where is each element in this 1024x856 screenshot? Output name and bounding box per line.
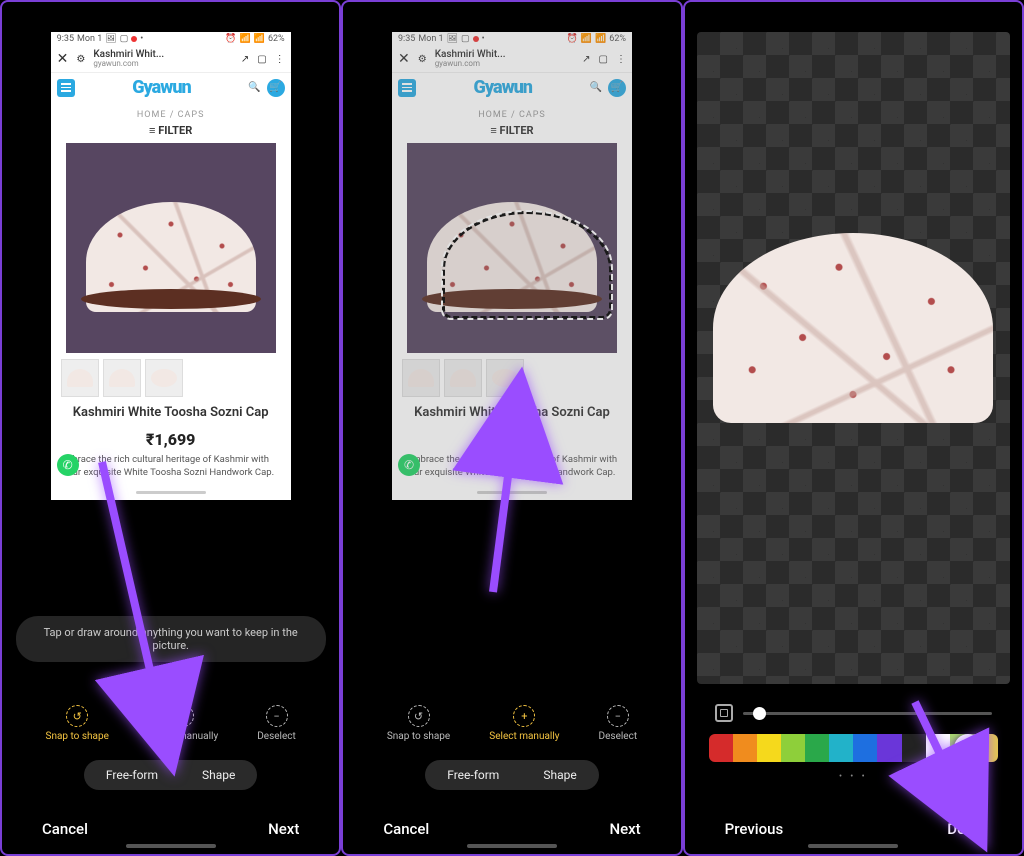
breadcrumb[interactable]: HOME / CAPS [51,110,291,120]
screenshot-content: 9:35 Mon 1 🖼▢• ⏰📶📶 62% ✕ ⚙ Kashmiri Whit… [51,32,291,500]
menu-icon[interactable]: ⋮ [275,54,285,65]
panel-1-select-tool: 9:35 Mon 1 🖼▢• ⏰📶📶 62% ✕ ⚙ Kashmiri Whit… [0,0,341,856]
previous-button[interactable]: Previous [725,820,784,838]
gesture-bar [467,844,557,848]
selection-tools: ↺ Snap to shape + Select manually − Dese… [343,705,680,742]
cart-icon[interactable]: 🛒 [608,79,626,97]
next-button[interactable]: Next [609,820,640,838]
menu-icon[interactable]: ⋮ [616,54,626,65]
status-bar: 9:35 Mon 1 🖼▢• ⏰📶📶 62% [51,32,291,46]
hamburger-icon[interactable] [398,79,416,97]
product-title: Kashmiri White Toosha Sozni Cap [392,403,632,424]
product-description: brace the rich cultural heritage of Kash… [51,453,291,488]
shape-mode[interactable]: Shape [180,760,257,790]
outline-icon[interactable] [715,704,733,722]
bookmark-icon[interactable]: ▢ [599,54,608,65]
product-description: Embrace the rich cultural heritage of Ka… [392,453,632,488]
product-thumbnails [51,353,291,403]
status-time: 9:35 [57,34,74,44]
color-swatch[interactable] [926,734,950,762]
product-price: ₹1,699 [392,430,632,449]
breadcrumb[interactable]: HOME / CAPS [392,110,632,120]
gesture-bar [808,844,898,848]
color-swatch[interactable] [733,734,757,762]
deselect-tool[interactable]: − Deselect [257,705,296,742]
snap-to-shape-tool[interactable]: ↺ Snap to shape [387,705,450,742]
selection-tools: ↺ Snap to shape + Select manually − Dese… [2,705,339,742]
slider-knob[interactable] [753,707,766,720]
select-manually-tool[interactable]: + Select manually [148,705,218,742]
color-swatch[interactable] [902,734,926,762]
thumbnail-2[interactable] [103,359,141,397]
shape-mode-toggle: Free-form Shape [2,760,339,790]
filter-button[interactable]: ≡ FILTER [51,124,291,137]
next-button[interactable]: Next [268,820,299,838]
thumbnail-1[interactable] [61,359,99,397]
color-swatch[interactable] [781,734,805,762]
thumbnail-2[interactable] [444,359,482,397]
size-slider[interactable] [743,712,992,715]
status-day: Mon 1 [77,34,102,44]
product-main-image[interactable] [407,143,617,353]
panel-2-selection-drawn: 9:35 Mon 1 🖼▢• ⏰📶📶 62% ✕ ⚙ Kashmiri Whit… [341,0,682,856]
thumbnail-3[interactable] [486,359,524,397]
site-logo[interactable]: Gyawun [132,77,190,98]
site-info-icon[interactable]: ⚙ [418,54,427,65]
shape-mode[interactable]: Shape [521,760,598,790]
close-icon[interactable]: ✕ [57,51,69,67]
search-icon[interactable]: 🔍 [248,82,260,93]
tool-label: Snap to shape [46,731,109,742]
thumbnail-3[interactable] [145,359,183,397]
record-icon [131,36,137,42]
cancel-button[interactable]: Cancel [383,820,429,838]
tool-label: Select manually [148,731,218,742]
share-icon[interactable]: ↗ [582,54,590,65]
freeform-mode[interactable]: Free-form [425,760,521,790]
page-domain: gyawun.com [93,60,232,68]
outline-size-control [715,704,992,722]
page-indicator: • • • [685,772,1022,782]
color-swatch[interactable] [853,734,877,762]
select-manually-tool[interactable]: + Select manually [489,705,559,742]
deselect-tool[interactable]: − Deselect [599,705,638,742]
eyedropper-icon[interactable]: ✎ [954,734,982,762]
color-swatch[interactable] [877,734,901,762]
site-header: Gyawun 🔍 🛒 [51,73,291,102]
color-swatch[interactable] [757,734,781,762]
search-icon[interactable]: 🔍 [590,82,602,93]
browser-toolbar: ✕ ⚙ Kashmiri Whit... gyawun.com ↗ ▢ ⋮ [51,46,291,73]
cart-icon[interactable]: 🛒 [267,79,285,97]
site-info-icon[interactable]: ⚙ [76,54,85,65]
color-swatch[interactable] [829,734,853,762]
done-button[interactable]: Done [947,820,982,838]
product-price: ₹1,699 [51,430,291,449]
close-icon[interactable]: ✕ [398,51,410,67]
site-logo[interactable]: Gyawun [474,77,532,98]
screenshot-content-dimmed: 9:35 Mon 1 🖼▢• ⏰📶📶 62% ✕ ⚙ Kashmiri Whit… [392,32,632,500]
gesture-bar [126,844,216,848]
bookmark-icon[interactable]: ▢ [257,54,266,65]
instruction-tooltip: Tap or draw around anything you want to … [16,616,326,662]
product-main-image[interactable] [66,143,276,353]
snap-to-shape-tool[interactable]: ↺ Snap to shape [46,705,109,742]
thumbnail-1[interactable] [402,359,440,397]
color-swatch[interactable] [805,734,829,762]
extracted-sticker[interactable] [713,233,993,423]
selection-marquee [442,211,612,319]
freeform-mode[interactable]: Free-form [84,760,180,790]
panel-3-sticker-result: ✎ • • • Previous Done [683,0,1024,856]
browser-toolbar: ✕ ⚙ Kashmiri Whit... gyawun.com ↗ ▢ ⋮ [392,46,632,73]
hamburger-icon[interactable] [57,79,75,97]
whatsapp-icon[interactable]: ✆ [57,454,79,476]
cancel-button[interactable]: Cancel [42,820,88,838]
product-title: Kashmiri White Toosha Sozni Cap [51,403,291,424]
filter-button[interactable]: ≡ FILTER [392,124,632,137]
color-swatch[interactable] [709,734,733,762]
transparency-canvas[interactable] [697,32,1010,684]
status-bar: 9:35 Mon 1 🖼▢• ⏰📶📶 62% [392,32,632,46]
status-battery: 62% [268,34,285,44]
tool-label: Deselect [257,731,296,742]
share-icon[interactable]: ↗ [241,54,249,65]
